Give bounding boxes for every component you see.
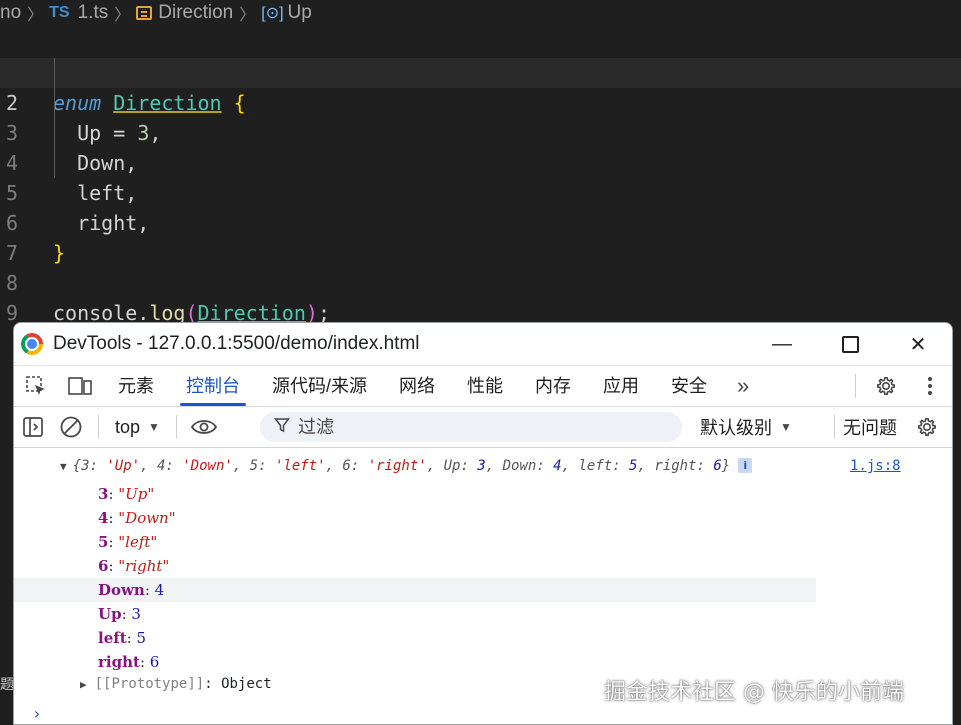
issues-button[interactable]: 无问题 <box>826 407 897 447</box>
context-selector[interactable]: top ▼ <box>107 417 168 438</box>
code-line: 5 right, <box>0 148 961 235</box>
console-prompt-icon[interactable]: › <box>32 704 42 723</box>
breadcrumb: no 〉 TS 1.ts 〉 Direction 〉 [⊙] Up <box>0 0 961 26</box>
log-levels-dropdown[interactable]: 默认级别 ▼ <box>700 407 792 447</box>
object-property[interactable]: 3: "Up" <box>98 482 154 506</box>
window-titlebar[interactable]: DevTools - 127.0.0.1:5500/demo/index.htm… <box>14 323 952 366</box>
live-expression-eye-icon[interactable] <box>185 408 223 446</box>
filter-bar <box>260 412 682 442</box>
context-value: top <box>115 416 141 437</box>
divider <box>834 415 835 439</box>
expand-triangle-right-icon[interactable]: ▶ <box>80 678 87 691</box>
tab-security[interactable]: 安全 <box>655 366 723 406</box>
caret-down-icon: ▼ <box>780 420 792 434</box>
console-settings-gear-icon[interactable] <box>902 407 952 447</box>
chevron-right-icon: 〉 <box>27 7 44 24</box>
info-icon[interactable]: i <box>738 458 753 473</box>
issues-label: 无问题 <box>843 418 897 438</box>
breadcrumb-member[interactable]: Up <box>288 2 312 24</box>
object-property[interactable]: right: 6 <box>98 650 159 674</box>
object-property[interactable]: 4: "Down" <box>98 506 176 530</box>
maximize-button[interactable] <box>816 323 884 365</box>
maximize-icon <box>841 335 859 353</box>
filter-input[interactable] <box>298 416 658 438</box>
filter-funnel-icon <box>273 417 291 438</box>
watermark: 掘金技术社区 @ 快乐的小前端 <box>604 680 904 705</box>
source-link[interactable]: 1.js:8 <box>850 458 901 474</box>
tab-performance[interactable]: 性能 <box>451 366 519 406</box>
tab-network[interactable]: 网络 <box>383 366 451 406</box>
device-toolbar-icon[interactable] <box>58 375 102 397</box>
object-property[interactable]: left: 5 <box>98 626 146 650</box>
console-toolbar: top ▼ 默认级别 ▼ 无问题 <box>14 407 952 448</box>
code-editor[interactable]: 1 enum Direction { 2 Up = 3, 3 Down, 4 l… <box>0 28 961 325</box>
minimize-icon: — <box>772 332 792 355</box>
enum-icon <box>136 6 153 20</box>
code-line: 7 <box>0 208 961 265</box>
code-line: 6 } <box>0 178 961 265</box>
tab-application[interactable]: 应用 <box>587 366 655 406</box>
sidebar-edge-text: 题 <box>0 677 14 693</box>
breadcrumb-file[interactable]: 1.ts <box>78 2 109 24</box>
settings-gear-icon[interactable] <box>864 375 908 397</box>
log-levels-label: 默认级别 <box>700 418 772 438</box>
divider <box>175 415 177 439</box>
window-title: DevTools - 127.0.0.1:5500/demo/index.htm… <box>53 333 420 354</box>
code-line: 1 enum Direction { <box>0 28 961 115</box>
divider <box>855 374 856 398</box>
object-property[interactable]: 6: "right" <box>98 554 169 578</box>
code-line: 3 Down, <box>0 88 961 175</box>
typescript-file-icon: TS <box>49 4 70 21</box>
window-controls: — ✕ <box>748 323 952 365</box>
breadcrumb-enum[interactable]: Direction <box>158 2 233 24</box>
more-options-icon[interactable] <box>908 376 952 396</box>
prototype-property[interactable]: ▶ [[Prototype]]: Object <box>80 676 272 692</box>
object-property[interactable]: Down: 4 <box>98 578 164 602</box>
expand-triangle-down-icon[interactable]: ▼ <box>60 460 67 473</box>
enum-member-icon: [⊙] <box>261 5 284 22</box>
close-button[interactable]: ✕ <box>884 323 952 365</box>
devtools-window: DevTools - 127.0.0.1:5500/demo/index.htm… <box>13 322 953 725</box>
minimize-button[interactable]: — <box>748 323 816 365</box>
sidebar-toggle-icon[interactable] <box>14 408 52 446</box>
tab-console[interactable]: 控制台 <box>170 366 256 406</box>
object-property[interactable]: Up: 3 <box>98 602 141 626</box>
tab-elements[interactable]: 元素 <box>102 366 170 406</box>
more-tabs-icon[interactable]: » <box>723 373 763 399</box>
log-entry-summary[interactable]: ▼ {3: 'Up', 4: 'Down', 5: 'left', 6: 'rig… <box>60 458 753 474</box>
chrome-logo-icon <box>21 333 43 355</box>
tab-sources[interactable]: 源代码/来源 <box>256 366 383 406</box>
code-line: 8 console.log(Direction); <box>0 238 961 325</box>
object-property[interactable]: 5: "left" <box>98 530 157 554</box>
divider <box>98 415 99 439</box>
clear-console-icon[interactable] <box>52 408 90 446</box>
chevron-right-icon: 〉 <box>239 7 256 24</box>
breadcrumb-folder[interactable]: no <box>0 2 21 24</box>
close-icon: ✕ <box>909 333 927 356</box>
code-line: 4 left, <box>0 118 961 205</box>
caret-down-icon: ▼ <box>148 420 160 434</box>
chevron-right-icon: 〉 <box>114 7 131 24</box>
tab-memory[interactable]: 内存 <box>519 366 587 406</box>
inspect-element-icon[interactable] <box>14 375 58 397</box>
indent-guide <box>54 58 55 178</box>
devtools-tabbar: 元素 控制台 源代码/来源 网络 性能 内存 应用 安全 » <box>14 366 952 407</box>
code-line-current: 2 Up = 3, <box>0 58 961 145</box>
code-line: 9 <box>0 268 961 325</box>
